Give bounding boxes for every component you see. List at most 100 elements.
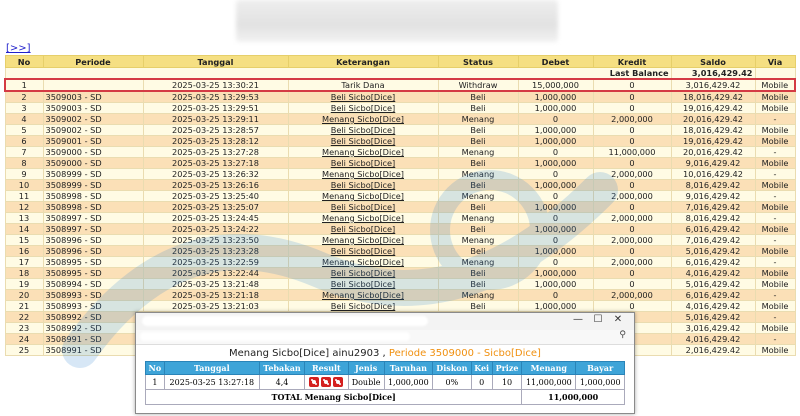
- cell-periode: 3508997 - SD: [42, 223, 144, 235]
- cell-debet: 1,000,000: [517, 267, 594, 279]
- col-via: Via: [754, 55, 796, 68]
- cell-ket[interactable]: Menang Sicbo[Dice]: [287, 212, 439, 224]
- cell-saldo: 4,016,429.42: [670, 333, 756, 345]
- cell-ket[interactable]: Menang Sicbo[Dice]: [287, 256, 439, 268]
- cell-periode: 3508991 - SD: [42, 344, 144, 356]
- cell-saldo: 7,016,429.42: [670, 234, 756, 246]
- cell-tanggal: 2025-03-25 13:22:59: [142, 256, 289, 268]
- cell-ket[interactable]: Menang Sicbo[Dice]: [287, 234, 439, 246]
- cell-tanggal: 2025-03-25 13:21:03: [142, 300, 289, 312]
- cell-ket[interactable]: Beli Sicbo[Dice]: [287, 179, 439, 191]
- cell-ket[interactable]: Beli Sicbo[Dice]: [287, 245, 439, 257]
- bet-detail-table: No Tanggal Tebakan Result Jenis Taruhan …: [144, 361, 625, 405]
- bet-total-label: TOTAL Menang Sicbo[Dice]: [144, 389, 523, 405]
- table-row: 16 3508996 - SD 2025-03-25 13:23:28 Beli Si…: [4, 245, 796, 257]
- cell-status: Beli: [437, 102, 519, 114]
- cell-periode: 3508993 - SD: [42, 289, 144, 301]
- cell-via: Mobile: [754, 223, 796, 235]
- next-page-link[interactable]: [>>]: [6, 43, 31, 54]
- cell-debet: 0: [517, 289, 594, 301]
- transaction-table: No Periode Tanggal Keterangan Status Deb…: [4, 55, 796, 356]
- cell-tanggal: 2025-03-25 13:22:44: [142, 267, 289, 279]
- cell-via: Mobile: [754, 267, 796, 279]
- cell-kredit: 0: [592, 179, 672, 191]
- popup-titlebar: — ☐ ✕: [136, 313, 634, 330]
- cell-status: Menang: [437, 212, 519, 224]
- cell-ket[interactable]: Menang Sicbo[Dice]: [287, 113, 439, 125]
- table-row: 15 3508996 - SD 2025-03-25 13:23:50 Menang …: [4, 234, 796, 246]
- cell-no: 18: [4, 267, 44, 279]
- cell-kredit: 2,000,000: [592, 190, 672, 202]
- cell-no: 8: [4, 157, 44, 169]
- cell-ket[interactable]: Menang Sicbo[Dice]: [287, 146, 439, 158]
- cell-ket[interactable]: Beli Sicbo[Dice]: [287, 157, 439, 169]
- cell-periode: 3509000 - SD: [42, 157, 144, 169]
- bet-jenis: Double: [347, 374, 385, 390]
- bet-col-tanggal: Tanggal: [163, 361, 260, 375]
- cell-status: Menang: [437, 113, 519, 125]
- bet-col-tebakan: Tebakan: [258, 361, 306, 375]
- cell-status: Menang: [437, 168, 519, 180]
- close-icon[interactable]: ✕: [608, 314, 628, 325]
- cell-status: Beli: [437, 135, 519, 147]
- cell-ket[interactable]: Menang Sicbo[Dice]: [287, 190, 439, 202]
- cell-ket[interactable]: Beli Sicbo[Dice]: [287, 201, 439, 213]
- cell-status: Beli: [437, 179, 519, 191]
- cell-ket[interactable]: Beli Sicbo[Dice]: [287, 223, 439, 235]
- cell-kredit: 2,000,000: [592, 168, 672, 180]
- cell-kredit: 0: [592, 223, 672, 235]
- cell-periode: 3508992 - SD: [42, 311, 144, 323]
- cell-status: Beli: [437, 124, 519, 136]
- cell-periode: 3508991 - SD: [42, 333, 144, 345]
- col-keterangan: Keterangan: [287, 55, 439, 68]
- cell-tanggal: 2025-03-25 13:29:11: [142, 113, 289, 125]
- table-header: No Periode Tanggal Keterangan Status Deb…: [4, 55, 796, 68]
- cell-ket[interactable]: Beli Sicbo[Dice]: [287, 102, 439, 114]
- cell-via: Mobile: [754, 179, 796, 191]
- cell-via: Mobile: [754, 278, 796, 290]
- cell-status: Beli: [437, 300, 519, 312]
- cell-debet: 1,000,000: [517, 179, 594, 191]
- cell-tanggal: 2025-03-25 13:25:40: [142, 190, 289, 202]
- cell-status: Beli: [437, 267, 519, 279]
- window-controls: — ☐ ✕: [568, 314, 628, 325]
- cell-tanggal: 2025-03-25 13:27:28: [142, 146, 289, 158]
- cell-ket[interactable]: Menang Sicbo[Dice]: [287, 289, 439, 301]
- cell-ket[interactable]: Beli Sicbo[Dice]: [287, 278, 439, 290]
- cell-tanggal: 2025-03-25 13:29:51: [142, 102, 289, 114]
- cell-debet: 0: [517, 113, 594, 125]
- bet-total-value: 11,000,000: [521, 389, 625, 405]
- cell-debet: 1,000,000: [517, 90, 594, 103]
- cell-ket[interactable]: Beli Sicbo[Dice]: [287, 90, 439, 103]
- cell-status: Menang: [437, 190, 519, 202]
- col-debet: Debet: [517, 55, 594, 68]
- cell-via: -: [754, 113, 796, 125]
- cell-via: -: [754, 212, 796, 224]
- table-row: 19 3508994 - SD 2025-03-25 13:21:48 Beli Si…: [4, 278, 796, 290]
- cell-via: Mobile: [754, 90, 796, 103]
- cell-saldo: 19,016,429.42: [670, 135, 756, 147]
- cell-via: -: [754, 333, 796, 345]
- cell-no: 6: [4, 135, 44, 147]
- cell-ket[interactable]: Beli Sicbo[Dice]: [287, 267, 439, 279]
- cell-ket[interactable]: Beli Sicbo[Dice]: [287, 135, 439, 147]
- maximize-icon[interactable]: ☐: [588, 314, 608, 325]
- bet-header: No Tanggal Tebakan Result Jenis Taruhan …: [145, 361, 625, 375]
- cell-via: Mobile: [754, 322, 796, 334]
- search-icon[interactable]: ⚲: [619, 330, 626, 340]
- cell-kredit: 0: [592, 267, 672, 279]
- table-row: 2 3509003 - SD 2025-03-25 13:29:53 Beli Sic…: [4, 90, 796, 103]
- minimize-icon[interactable]: —: [568, 314, 588, 325]
- cell-kredit: 0: [592, 245, 672, 257]
- dice-icon: [309, 377, 320, 387]
- cell-tanggal: 2025-03-25 13:28:12: [142, 135, 289, 147]
- cell-ket[interactable]: Beli Sicbo[Dice]: [287, 300, 439, 312]
- bet-taruhan: 1,000,000: [383, 374, 434, 390]
- cell-status: Beli: [437, 278, 519, 290]
- cell-saldo: 18,016,429.42: [670, 90, 756, 103]
- cell-ket[interactable]: Beli Sicbo[Dice]: [287, 124, 439, 136]
- cell-ket[interactable]: Menang Sicbo[Dice]: [287, 168, 439, 180]
- cell-ket: Tarik Dana: [287, 78, 439, 92]
- cell-tanggal: 2025-03-25 13:27:18: [142, 157, 289, 169]
- cell-status: Menang: [437, 289, 519, 301]
